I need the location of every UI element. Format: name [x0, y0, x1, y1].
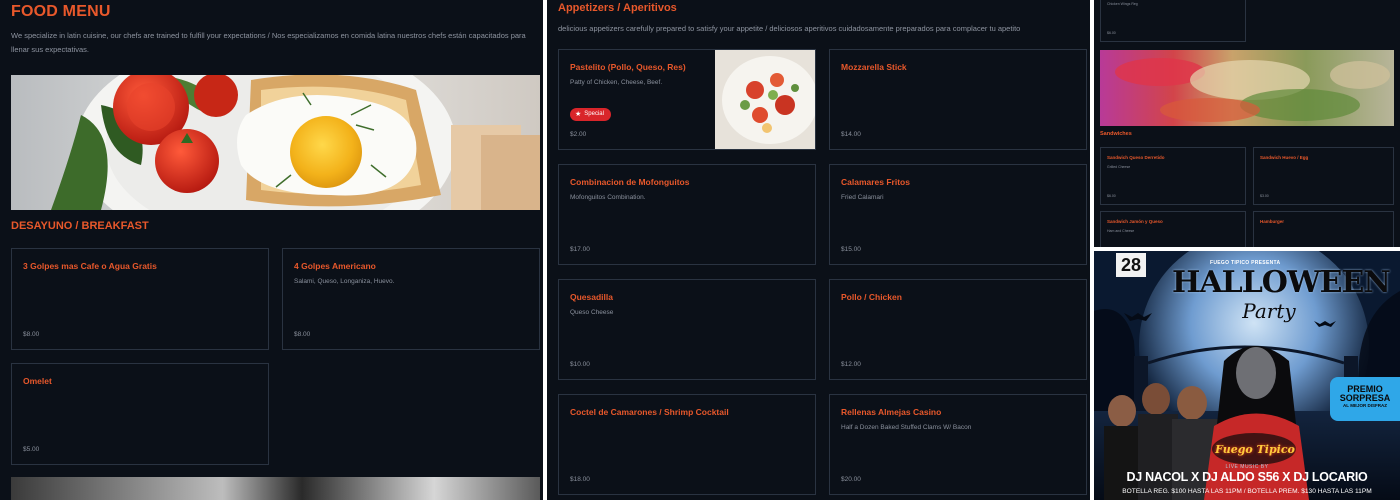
menu-item-desc: Mofonguitos Combination.: [570, 194, 646, 201]
flyer-bottle-prices: BOTELLA REG. $100 HASTA LAS 11PM / BOTEL…: [1122, 488, 1372, 495]
menu-card-calamares[interactable]: Calamares Fritos Fried Calamari $15.00: [829, 164, 1087, 265]
menu-item-name: Pastelito (Pollo, Queso, Res): [570, 62, 686, 72]
menu-card-pastelito[interactable]: Pastelito (Pollo, Queso, Res) Patty of C…: [558, 49, 816, 150]
special-badge: ★ Special: [570, 108, 611, 121]
menu-card-pollo[interactable]: Pollo / Chicken $12.00: [829, 279, 1087, 380]
menu-item-name: 4 Golpes Americano: [294, 261, 376, 271]
page-description: We specialize in latin cuisine, our chef…: [11, 31, 526, 54]
menu-item-price: $12.00: [841, 361, 861, 368]
halloween-flyer[interactable]: 28 FUEGO TIPICO PRESENTA HALLOWEEN Party…: [1094, 251, 1400, 500]
special-badge-label: Special: [584, 111, 604, 117]
menu-item-price: $8.00: [23, 331, 40, 338]
menu-item-price: $20.00: [841, 476, 861, 483]
menu-card-mozzarella[interactable]: Mozzarella Stick $14.00: [829, 49, 1087, 150]
menu-item-name: Coctel de Camarones / Shrimp Cocktail: [570, 407, 729, 417]
menu-item-name: Combinacion de Mofonguitos: [570, 177, 690, 187]
menu-item-desc: Queso Cheese: [570, 309, 614, 316]
menu-card-omelet[interactable]: Omelet $5.00: [11, 363, 269, 465]
flyer-date: 28: [1116, 253, 1146, 277]
next-section-image: [11, 477, 540, 500]
menu-item-price: $6.00: [1107, 31, 1116, 35]
appetizers-title: Appetizers / Aperitivos: [558, 2, 677, 14]
menu-item-name: Sandwich Huevo / Egg: [1260, 155, 1309, 160]
menu-card-4-golpes[interactable]: 4 Golpes Americano Salami, Queso, Longan…: [282, 248, 540, 350]
menu-item-name: Rellenas Almejas Casino: [841, 407, 942, 417]
menu-item-price: $6.00: [1107, 194, 1116, 198]
menu-item-price: $17.00: [570, 246, 590, 253]
breakfast-section-title: DESAYUNO / BREAKFAST: [11, 220, 149, 232]
flyer-logo: Fuego Tipico: [1215, 443, 1295, 456]
menu-item-price: $15.00: [841, 246, 861, 253]
menu-item-price: $5.00: [23, 446, 40, 453]
menu-item-desc: Half a Dozen Baked Stuffed Clams W/ Baco…: [841, 424, 972, 431]
breakfast-panel: FOOD MENU We specialize in latin cuisine…: [0, 0, 543, 500]
menu-card-3-golpes[interactable]: 3 Golpes mas Cafe o Agua Gratis $8.00: [11, 248, 269, 350]
flyer-headline-script: Party: [1242, 299, 1296, 323]
flyer-headline: HALLOWEEN: [1172, 265, 1391, 300]
menu-item-name: Calamares Fritos: [841, 177, 910, 187]
menu-item-desc: Fried Calamari: [841, 194, 884, 201]
menu-item-name: Sandwich Jamón y Queso: [1107, 219, 1163, 224]
star-icon: ★: [575, 111, 582, 118]
menu-item-name: 3 Golpes mas Cafe o Agua Gratis: [23, 261, 157, 271]
sandwiches-section-title: Sandwiches: [1100, 131, 1132, 137]
menu-card-mofonguitos[interactable]: Combinacion de Mofonguitos Mofonguitos C…: [558, 164, 816, 265]
menu-item-name: Mozzarella Stick: [841, 62, 907, 72]
menu-card-coctel-camarones[interactable]: Coctel de Camarones / Shrimp Cocktail $1…: [558, 394, 816, 495]
menu-item-price: $18.00: [570, 476, 590, 483]
menu-item-price: $3.00: [1260, 194, 1269, 198]
pastelito-image: [715, 50, 815, 149]
menu-item-desc: Chicken Wings Reg: [1107, 2, 1138, 6]
menu-item-desc: Patty of Chicken, Cheese, Beef.: [570, 79, 663, 86]
menu-item-name: Hamburger: [1260, 219, 1285, 224]
menu-card-rellenas-almejas[interactable]: Rellenas Almejas Casino Half a Dozen Bak…: [829, 394, 1087, 495]
menu-item-price: $14.00: [841, 131, 861, 138]
menu-card-sandwich-queso[interactable]: Sandwich Queso Derretido Grilled Cheese …: [1100, 147, 1246, 205]
prize-badge: PREMIO SORPRESA AL MEJOR DISFRAZ: [1330, 377, 1400, 421]
menu-item-desc: Grilled Cheese: [1107, 165, 1131, 169]
menu-card-chicken-wings[interactable]: Chicken Wings Reg $6.00: [1100, 0, 1246, 42]
flyer-djs: DJ NACOL X DJ ALDO S56 X DJ LOCARIO: [1126, 470, 1368, 484]
breakfast-image: [11, 75, 540, 210]
menu-item-price: $10.00: [570, 361, 590, 368]
menu-item-price: $2.00: [570, 131, 587, 138]
menu-item-name: Sandwich Queso Derretido: [1107, 155, 1165, 160]
menu-item-name: Pollo / Chicken: [841, 292, 902, 302]
menu-card-hamburger[interactable]: Hamburger: [1253, 211, 1394, 247]
menu-card-sandwich-jamon[interactable]: Sandwich Jamón y Queso Ham and Cheese: [1100, 211, 1246, 247]
appetizers-panel: Appetizers / Aperitivos delicious appeti…: [547, 0, 1090, 500]
menu-item-name: Omelet: [23, 376, 52, 386]
sandwich-image: [1100, 50, 1394, 126]
prize-line-2: SORPRESA: [1339, 393, 1391, 403]
menu-card-sandwich-huevo[interactable]: Sandwich Huevo / Egg $3.00: [1253, 147, 1394, 205]
menu-item-name: Quesadilla: [570, 292, 613, 302]
sandwiches-panel: Chicken Wings Reg $6.00 Sandwiches Sandw…: [1094, 0, 1400, 247]
appetizers-description: delicious appetizers carefully prepared …: [558, 24, 1021, 33]
page-title: FOOD MENU: [11, 3, 111, 20]
menu-item-desc: Salami, Queso, Longaniza, Huevo.: [294, 278, 395, 285]
menu-item-desc: Ham and Cheese: [1107, 229, 1135, 233]
menu-item-price: $8.00: [294, 331, 311, 338]
prize-line-3: AL MEJOR DISFRAZ: [1343, 403, 1387, 408]
menu-card-quesadilla[interactable]: Quesadilla Queso Cheese $10.00: [558, 279, 816, 380]
